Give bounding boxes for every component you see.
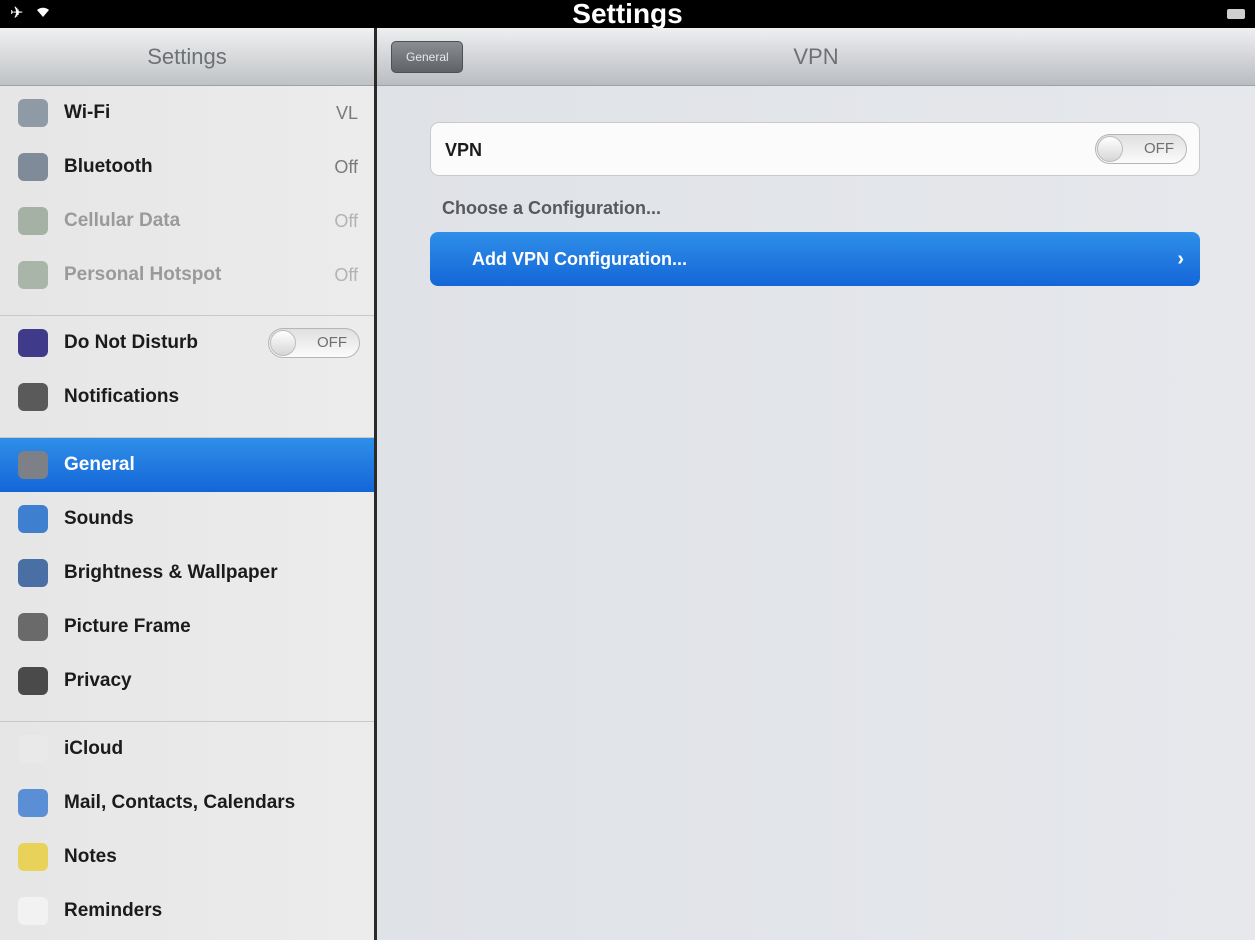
reminders-icon (18, 897, 48, 925)
add-vpn-configuration-label: Add VPN Configuration... (472, 249, 687, 269)
brightness-icon (18, 559, 48, 587)
gear-icon (18, 451, 48, 479)
toggle-state: OFF (317, 334, 347, 351)
sidebar-item-value: VL (335, 102, 358, 123)
detail-navbar: General VPN (377, 28, 1255, 86)
mail-icon (18, 789, 48, 817)
sidebar-item-icloud[interactable]: iCloud (0, 722, 374, 776)
sidebar-item-cellular-data[interactable]: Cellular Data Off (0, 194, 374, 248)
notifications-icon (18, 383, 48, 411)
sidebar-item-label: Mail, Contacts, Calendars (64, 792, 296, 813)
sidebar-item-label: Notes (64, 846, 117, 867)
toggle-knob (1097, 136, 1123, 162)
sidebar-item-label: Cellular Data (64, 210, 181, 231)
toggle-knob (270, 330, 296, 356)
sidebar-item-brightness-wallpaper[interactable]: Brightness & Wallpaper (0, 546, 374, 600)
vpn-toggle[interactable]: OFF (1095, 134, 1187, 164)
section-label: Choose a Configuration... (442, 198, 661, 218)
vpn-row: VPN OFF (430, 122, 1200, 176)
picture-frame-icon (18, 613, 48, 641)
sidebar-item-picture-frame[interactable]: Picture Frame (0, 600, 374, 654)
hotspot-icon (18, 261, 48, 289)
battery-icon (1227, 9, 1245, 19)
sidebar-item-label: iCloud (64, 738, 124, 759)
sidebar-item-value: Off (334, 264, 358, 285)
cellular-icon (18, 207, 48, 235)
sidebar-item-mail-contacts-calendars[interactable]: Mail, Contacts, Calendars (0, 776, 374, 830)
sidebar-item-general[interactable]: General (0, 438, 374, 492)
sidebar-item-label: Personal Hotspot (64, 264, 222, 285)
add-vpn-configuration-button[interactable]: Add VPN Configuration... › (430, 232, 1200, 286)
vpn-label: VPN (445, 140, 483, 160)
sidebar-item-label: Wi-Fi (64, 102, 111, 123)
group-separator (0, 302, 374, 316)
vpn-detail-pane: General VPN VPN OFF Choose a Configurati… (377, 28, 1255, 940)
hand-icon (18, 667, 48, 695)
wifi-icon (18, 99, 48, 127)
sidebar-item-value: Off (334, 210, 358, 231)
do-not-disturb-toggle[interactable]: OFF (268, 328, 360, 358)
page-title: VPN (793, 44, 839, 69)
sidebar-item-label: Brightness & Wallpaper (64, 562, 278, 583)
sidebar-item-notifications[interactable]: Notifications (0, 370, 374, 424)
sidebar-title: Settings (0, 28, 374, 86)
moon-icon (18, 329, 48, 357)
sidebar-item-personal-hotspot[interactable]: Personal Hotspot Off (0, 248, 374, 302)
sidebar-item-label: Privacy (64, 670, 132, 691)
sidebar-item-label: Sounds (64, 508, 134, 529)
status-title: Settings (572, 0, 683, 28)
bluetooth-icon (18, 153, 48, 181)
notes-icon (18, 843, 48, 871)
sidebar-item-privacy[interactable]: Privacy (0, 654, 374, 708)
sidebar-item-label: Notifications (64, 386, 180, 407)
chevron-right-icon: › (1177, 248, 1184, 270)
sidebar-item-sounds[interactable]: Sounds (0, 492, 374, 546)
settings-sidebar: Settings Wi-Fi VL Bluetooth Off Cellular Dat… (0, 28, 374, 940)
cloud-icon (18, 735, 48, 763)
sidebar-item-value: Off (334, 156, 358, 177)
sidebar-item-reminders[interactable]: Reminders (0, 884, 374, 938)
sidebar-item-notes[interactable]: Notes (0, 830, 374, 884)
sidebar-item-do-not-disturb[interactable]: Do Not Disturb OFF (0, 316, 374, 370)
sidebar-list: Wi-Fi VL Bluetooth Off Cellular Data Off Perso… (0, 86, 374, 938)
group-separator (0, 708, 374, 722)
status-bar: ✈ Settings (0, 0, 1255, 28)
sidebar-item-label: Picture Frame (64, 616, 191, 637)
sidebar-item-label: Reminders (64, 900, 163, 921)
sidebar-item-wi-fi[interactable]: Wi-Fi VL (0, 86, 374, 140)
sidebar-item-bluetooth[interactable]: Bluetooth Off (0, 140, 374, 194)
speaker-icon (18, 505, 48, 533)
group-separator (0, 424, 374, 438)
sidebar-item-label: Bluetooth (64, 156, 153, 177)
sidebar-item-label: Do Not Disturb (64, 332, 199, 353)
vpn-toggle-state: OFF (1144, 140, 1174, 157)
sidebar-item-label: General (64, 454, 135, 475)
